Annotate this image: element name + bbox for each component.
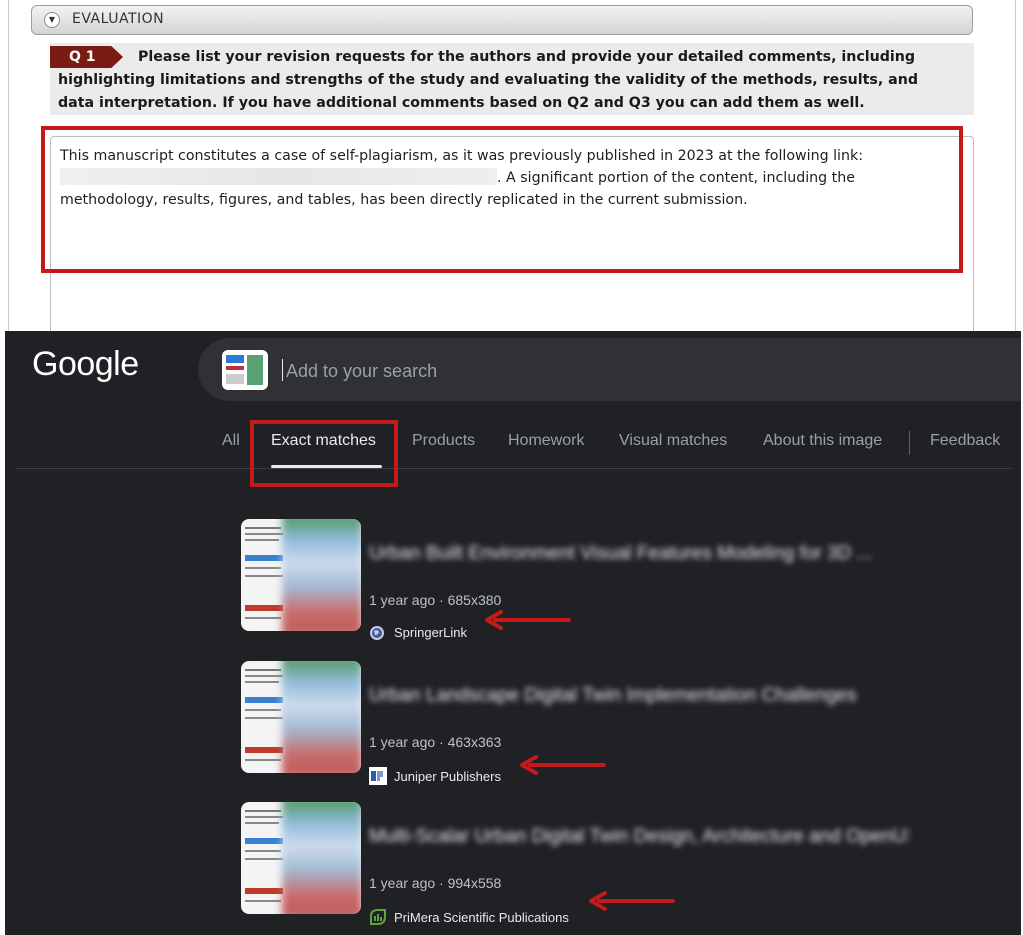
result-thumbnail[interactable] — [241, 802, 361, 914]
result-thumbnail[interactable] — [241, 661, 361, 773]
feedback-link[interactable]: Feedback — [930, 432, 1000, 450]
google-logo[interactable]: Google — [32, 345, 139, 384]
result-title[interactable]: Multi-Scalar Urban Digital Twin Design, … — [369, 826, 909, 848]
result-title[interactable]: Urban Landscape Digital Twin Implementat… — [369, 685, 909, 707]
tabs-divider — [15, 468, 1011, 469]
google-lens-results: Google All Exact matches Products Homewo… — [5, 331, 1021, 935]
results-tabs: All Exact matches Products Homework Visu… — [5, 423, 1021, 463]
tab-products[interactable]: Products — [412, 432, 475, 450]
collapse-toggle-icon[interactable]: ▼ — [44, 12, 60, 28]
question-text: Please list your revision requests for t… — [58, 49, 919, 111]
result-source[interactable]: SpringerLink — [369, 625, 467, 643]
primera-logo-icon — [369, 908, 386, 925]
question-block: Please list your revision requests for t… — [50, 43, 974, 115]
annotation-highlight-box — [41, 126, 963, 273]
tab-separator — [909, 431, 910, 455]
panel-left-border — [8, 0, 9, 331]
question-number-badge: Q 1 — [50, 46, 123, 68]
annotation-arrow-icon — [589, 891, 675, 911]
globe-icon — [369, 625, 385, 641]
annotation-highlight-box — [250, 420, 398, 487]
search-image-thumbnail[interactable] — [222, 350, 268, 390]
result-meta: 1 year ago · 685x380 — [369, 592, 502, 608]
result-source-name: Juniper Publishers — [394, 769, 501, 784]
tab-all[interactable]: All — [222, 432, 240, 450]
section-title: EVALUATION — [72, 11, 165, 27]
result-meta: 1 year ago · 994x558 — [369, 875, 502, 891]
result-source[interactable]: PriMera Scientific Publications — [369, 908, 569, 926]
tab-homework[interactable]: Homework — [508, 432, 584, 450]
annotation-arrow-icon — [520, 755, 606, 775]
review-form-panel: ▼ EVALUATION Please list your revision r… — [0, 0, 1023, 331]
evaluation-section-header[interactable]: ▼ EVALUATION — [31, 5, 973, 35]
result-item[interactable]: Urban Landscape Digital Twin Implementat… — [241, 661, 1021, 785]
text-cursor — [282, 359, 283, 381]
jp-logo-icon — [369, 767, 387, 785]
tab-visual-matches[interactable]: Visual matches — [619, 432, 727, 450]
tab-about-this-image[interactable]: About this image — [763, 432, 882, 450]
search-bar[interactable] — [198, 338, 1021, 401]
annotation-arrow-icon — [485, 610, 571, 630]
result-thumbnail[interactable] — [241, 519, 361, 631]
result-meta: 1 year ago · 463x363 — [369, 734, 502, 750]
result-title[interactable]: Urban Built Environment Visual Features … — [369, 543, 909, 565]
result-source-name: SpringerLink — [394, 625, 467, 640]
result-source[interactable]: Juniper Publishers — [369, 767, 501, 785]
result-source-name: PriMera Scientific Publications — [394, 910, 569, 925]
result-item[interactable]: Urban Built Environment Visual Features … — [241, 519, 1021, 640]
panel-right-border — [1015, 0, 1016, 331]
search-input[interactable] — [284, 356, 788, 386]
